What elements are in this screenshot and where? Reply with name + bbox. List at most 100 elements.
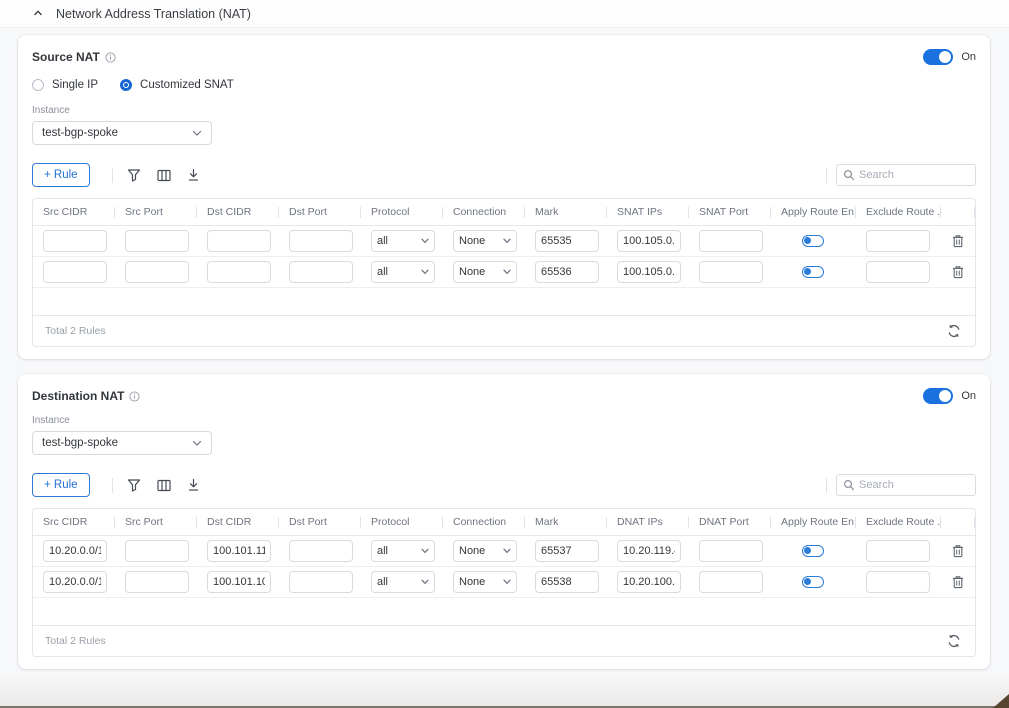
cell-dst-cidr bbox=[197, 230, 279, 252]
download-icon[interactable] bbox=[187, 478, 200, 492]
apply-route-toggle[interactable] bbox=[802, 576, 824, 588]
mark-input[interactable] bbox=[535, 571, 599, 593]
table-row: all None bbox=[33, 567, 975, 598]
exclude-route-input[interactable] bbox=[866, 230, 930, 252]
src-cidr-input[interactable] bbox=[43, 230, 107, 252]
connection-select-value: None bbox=[459, 266, 503, 278]
src-cidr-input[interactable] bbox=[43, 571, 107, 593]
column-header-connection: Connection bbox=[443, 206, 525, 219]
cell-connection: None bbox=[443, 571, 525, 593]
apply-route-toggle[interactable] bbox=[802, 266, 824, 278]
dst-port-input[interactable] bbox=[289, 540, 353, 562]
column-header-connection: Connection bbox=[443, 516, 525, 529]
dst-cidr-input[interactable] bbox=[207, 571, 271, 593]
nat-ips-input[interactable] bbox=[617, 261, 681, 283]
column-header-apply-route-enabled: Apply Route En... bbox=[771, 206, 856, 219]
cell-protocol: all bbox=[361, 230, 443, 252]
nat-ips-input[interactable] bbox=[617, 571, 681, 593]
search-input[interactable] bbox=[836, 164, 976, 186]
cell-connection: None bbox=[443, 261, 525, 283]
source-nat-enable-toggle[interactable] bbox=[923, 49, 953, 65]
page-content: Source NAT On Single IPCustomized SNAT I… bbox=[0, 28, 1009, 669]
collapse-chevron-up-icon[interactable] bbox=[33, 5, 43, 23]
protocol-select[interactable]: all bbox=[371, 540, 435, 562]
src-port-input[interactable] bbox=[125, 540, 189, 562]
connection-select[interactable]: None bbox=[453, 571, 517, 593]
exclude-route-input[interactable] bbox=[866, 540, 930, 562]
section-header[interactable]: Network Address Translation (NAT) bbox=[0, 0, 1009, 28]
filter-icon[interactable] bbox=[127, 478, 141, 492]
cell-src-port bbox=[115, 230, 197, 252]
radio-option[interactable]: Customized SNAT bbox=[120, 79, 234, 91]
toolbar-divider bbox=[112, 168, 113, 183]
source-nat-title: Source NAT bbox=[32, 50, 100, 64]
columns-icon[interactable] bbox=[157, 169, 171, 182]
cell-src-port bbox=[115, 540, 197, 562]
mark-input[interactable] bbox=[535, 261, 599, 283]
nat-ips-input[interactable] bbox=[617, 540, 681, 562]
nat-port-input[interactable] bbox=[699, 230, 763, 252]
instance-select-value: test-bgp-spoke bbox=[42, 437, 192, 449]
dst-port-input[interactable] bbox=[289, 261, 353, 283]
cell-dst-port bbox=[279, 261, 361, 283]
src-cidr-input[interactable] bbox=[43, 540, 107, 562]
instance-label: Instance bbox=[32, 415, 976, 426]
apply-route-toggle[interactable] bbox=[802, 545, 824, 557]
column-header-dst-port: Dst Port bbox=[279, 206, 361, 219]
src-cidr-input[interactable] bbox=[43, 261, 107, 283]
destination-nat-enable-toggle[interactable] bbox=[923, 388, 953, 404]
delete-rule-button[interactable] bbox=[950, 542, 966, 560]
dst-cidr-input[interactable] bbox=[207, 261, 271, 283]
src-port-input[interactable] bbox=[125, 261, 189, 283]
add-rule-button[interactable]: + Rule bbox=[32, 163, 90, 187]
table-empty-area bbox=[33, 598, 975, 626]
radio-option[interactable]: Single IP bbox=[32, 79, 98, 91]
column-header-src-port: Src Port bbox=[115, 206, 197, 219]
instance-select[interactable]: test-bgp-spoke bbox=[32, 431, 212, 455]
nat-port-input[interactable] bbox=[699, 540, 763, 562]
cell-apply-route-enabled bbox=[771, 545, 856, 557]
nat-ips-input[interactable] bbox=[617, 230, 681, 252]
cell-dst-port bbox=[279, 571, 361, 593]
refresh-icon[interactable] bbox=[945, 322, 963, 340]
dst-cidr-input[interactable] bbox=[207, 230, 271, 252]
table-footer: Total 2 Rules bbox=[33, 316, 975, 346]
protocol-select-value: all bbox=[377, 235, 421, 247]
delete-rule-button[interactable] bbox=[950, 573, 966, 591]
delete-rule-button[interactable] bbox=[950, 263, 966, 281]
column-header-src-cidr: Src CIDR bbox=[33, 516, 115, 529]
dst-port-input[interactable] bbox=[289, 230, 353, 252]
mark-input[interactable] bbox=[535, 230, 599, 252]
mark-input[interactable] bbox=[535, 540, 599, 562]
info-icon bbox=[105, 52, 116, 63]
dst-cidr-input[interactable] bbox=[207, 540, 271, 562]
radio-unselected-icon bbox=[32, 79, 44, 91]
nat-port-input[interactable] bbox=[699, 261, 763, 283]
refresh-icon[interactable] bbox=[945, 632, 963, 650]
src-port-input[interactable] bbox=[125, 230, 189, 252]
cell-src-port bbox=[115, 571, 197, 593]
connection-select[interactable]: None bbox=[453, 540, 517, 562]
protocol-select[interactable]: all bbox=[371, 230, 435, 252]
delete-rule-button[interactable] bbox=[950, 232, 966, 250]
nat-port-input[interactable] bbox=[699, 571, 763, 593]
connection-select[interactable]: None bbox=[453, 261, 517, 283]
cell-nat-ips bbox=[607, 571, 689, 593]
add-rule-button[interactable]: + Rule bbox=[32, 473, 90, 497]
connection-select-value: None bbox=[459, 235, 503, 247]
dst-port-input[interactable] bbox=[289, 571, 353, 593]
protocol-select[interactable]: all bbox=[371, 571, 435, 593]
protocol-select[interactable]: all bbox=[371, 261, 435, 283]
src-port-input[interactable] bbox=[125, 571, 189, 593]
snat-mode-radio-group: Single IP Customized SNAT bbox=[32, 76, 976, 94]
search-input[interactable] bbox=[836, 474, 976, 496]
exclude-route-input[interactable] bbox=[866, 261, 930, 283]
connection-select[interactable]: None bbox=[453, 230, 517, 252]
apply-route-toggle[interactable] bbox=[802, 235, 824, 247]
instance-select[interactable]: test-bgp-spoke bbox=[32, 121, 212, 145]
download-icon[interactable] bbox=[187, 168, 200, 182]
column-header-nat-port: DNAT Port bbox=[689, 516, 771, 529]
filter-icon[interactable] bbox=[127, 168, 141, 182]
columns-icon[interactable] bbox=[157, 479, 171, 492]
exclude-route-input[interactable] bbox=[866, 571, 930, 593]
